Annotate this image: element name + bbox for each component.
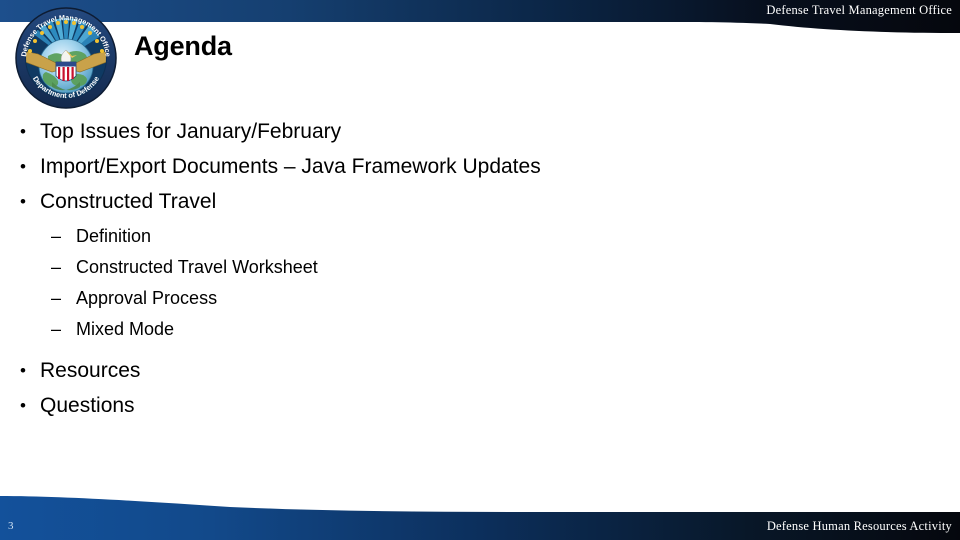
list-item-label: Import/Export Documents – Java Framework…: [40, 155, 541, 178]
list-item: • Constructed Travel: [0, 184, 960, 219]
list-item: • Resources: [0, 353, 960, 388]
bullet-icon: •: [20, 192, 26, 211]
agenda-sublist: – Definition – Constructed Travel Worksh…: [0, 221, 960, 345]
header-org-label: Defense Travel Management Office: [766, 3, 952, 17]
list-item: • Top Issues for January/February: [0, 114, 960, 149]
sublist-container: – Definition – Constructed Travel Worksh…: [0, 221, 960, 345]
page-title: Agenda: [134, 31, 232, 61]
bullet-icon: •: [20, 396, 26, 415]
footer-band: 3 Defense Human Resources Activity: [0, 494, 960, 540]
list-item-label: Mixed Mode: [76, 319, 175, 339]
dash-icon: –: [51, 319, 62, 339]
list-item-label: Constructed Travel Worksheet: [76, 257, 318, 277]
bullet-icon: •: [20, 361, 26, 380]
list-item: – Definition: [0, 221, 960, 252]
list-item: – Approval Process: [0, 283, 960, 314]
page-number: 3: [8, 520, 14, 532]
list-item: • Import/Export Documents – Java Framewo…: [0, 149, 960, 184]
list-item-label: Definition: [76, 226, 152, 246]
list-item-label: Resources: [40, 359, 141, 382]
list-item-label: Top Issues for January/February: [40, 120, 342, 143]
bullet-icon: •: [20, 157, 26, 176]
list-item: – Constructed Travel Worksheet: [0, 252, 960, 283]
agenda-content: • Top Issues for January/February • Impo…: [0, 114, 960, 423]
dash-icon: –: [51, 288, 62, 308]
slide: Defense Travel Management Office Defense…: [0, 0, 960, 540]
list-item-label: Constructed Travel: [40, 190, 217, 213]
list-item: • Questions: [0, 388, 960, 423]
dash-icon: –: [51, 226, 62, 246]
list-item: – Mixed Mode: [0, 314, 960, 345]
list-item-label: Approval Process: [76, 288, 218, 308]
list-item-label: Questions: [40, 394, 135, 417]
dash-icon: –: [51, 257, 62, 277]
dtmo-seal-logo: Defense Travel Management Office Departm…: [12, 6, 120, 110]
agenda-list: • Top Issues for January/February • Impo…: [0, 114, 960, 423]
bullet-icon: •: [20, 122, 26, 141]
footer-org-label: Defense Human Resources Activity: [766, 519, 952, 533]
